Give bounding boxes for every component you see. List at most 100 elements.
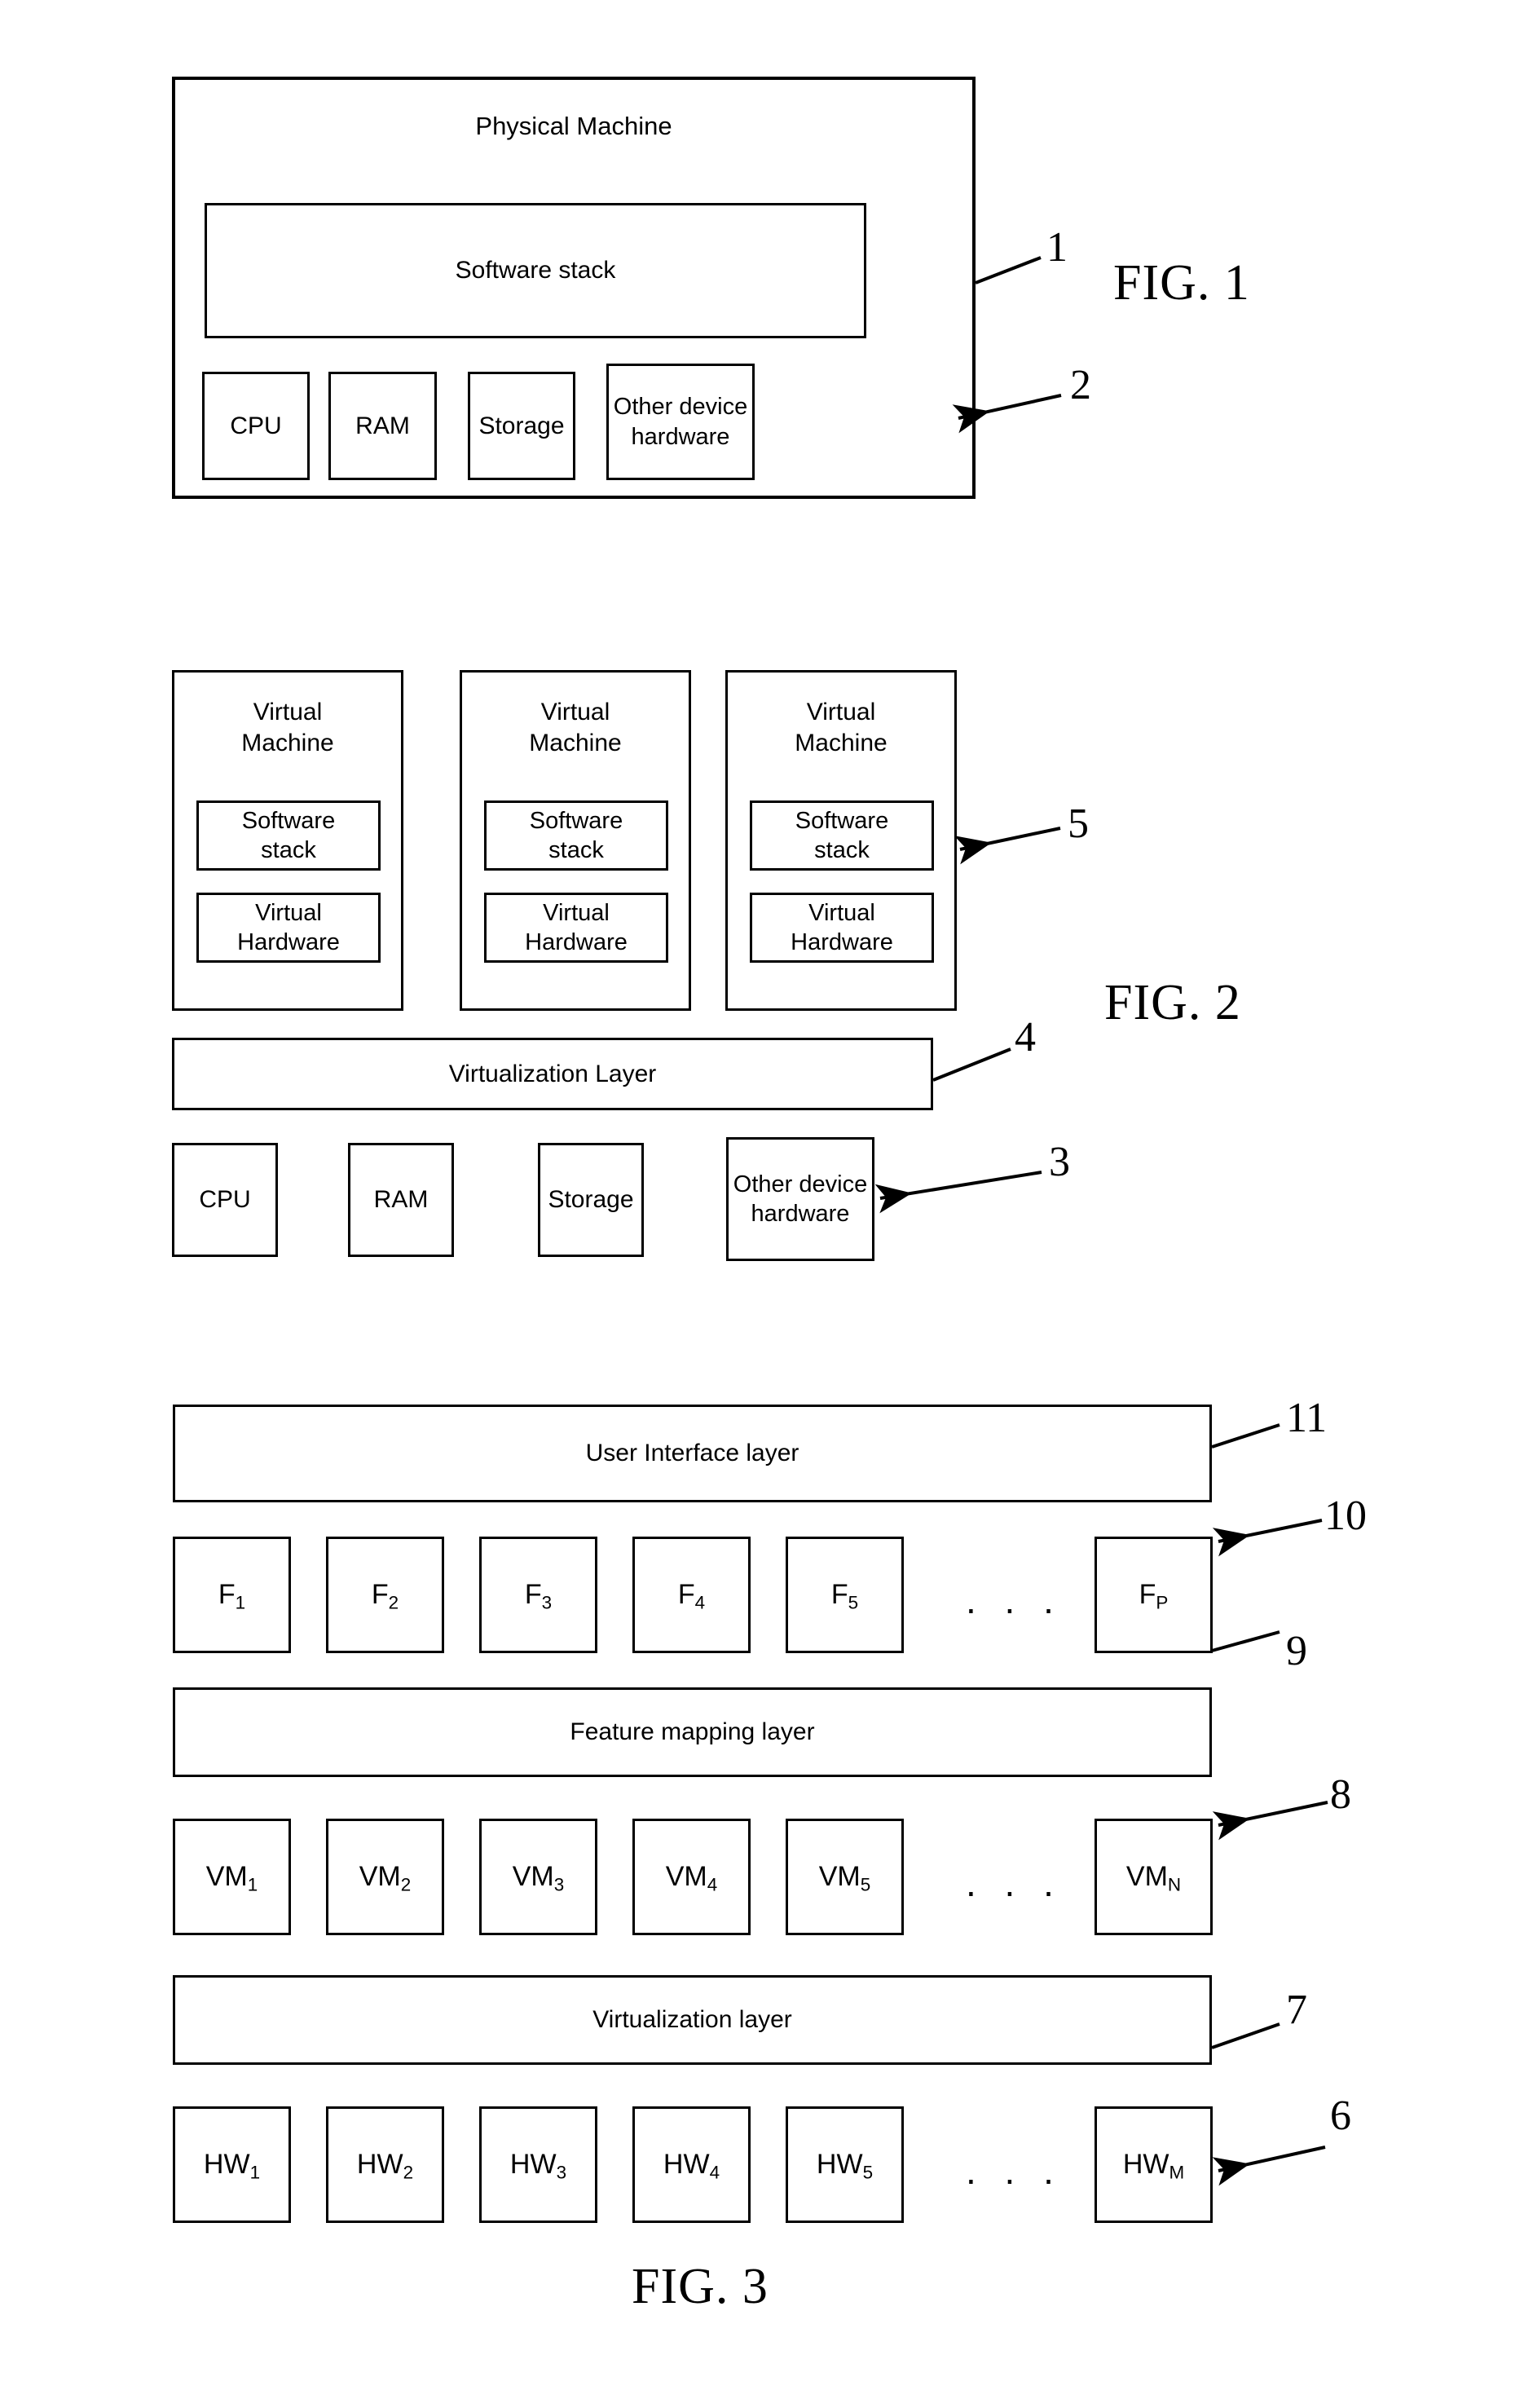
hw-box-3-label: HW3 — [509, 2149, 567, 2183]
figure-1-caption: FIG. 1 — [1113, 255, 1250, 311]
ref-numeral-11: 11 — [1286, 1395, 1328, 1441]
leader-line-7 — [1211, 2022, 1280, 2049]
feature-box-4: F4 — [632, 1537, 751, 1653]
hw-box-1-label: HW1 — [203, 2149, 261, 2183]
hw-box-m: HWM — [1095, 2106, 1213, 2223]
storage-box: Storage — [468, 372, 575, 480]
physical-machine-container: Physical Machine Software stack CPU RAM … — [172, 77, 976, 499]
virtual-machine-title-3: Virtual Machine — [795, 699, 888, 756]
cpu-label: CPU — [230, 412, 282, 439]
ref-numeral-3: 3 — [1049, 1139, 1070, 1185]
feature-box-1-label: F1 — [218, 1579, 246, 1613]
vm3-virtual-hardware-label: Virtual Hardware — [791, 899, 893, 955]
user-interface-layer-label: User Interface layer — [585, 1440, 799, 1467]
vm-box-2: VM2 — [326, 1819, 444, 1935]
ram-label: RAM — [355, 412, 410, 439]
virtual-machine-title-1: Virtual Machine — [241, 699, 334, 756]
vm1-software-stack-label: Software stack — [241, 807, 336, 863]
ref-numeral-10: 10 — [1324, 1493, 1367, 1539]
vm-box-2-label: VM2 — [359, 1861, 412, 1895]
physical-machine-title: Physical Machine — [475, 112, 672, 140]
vm3-software-stack-label: Software stack — [795, 807, 889, 863]
hw-box-m-label: HWM — [1122, 2149, 1185, 2183]
feature-box-3: F3 — [479, 1537, 597, 1653]
figure-3-caption: FIG. 3 — [632, 2259, 769, 2314]
vm1-virtual-hardware-box: Virtual Hardware — [196, 893, 381, 963]
feature-box-2-label: F2 — [371, 1579, 399, 1613]
virtual-machine-box-1: Virtual Machine Software stack Virtual H… — [172, 670, 403, 1011]
ref-numeral-1: 1 — [1046, 224, 1068, 271]
fig2-cpu-label: CPU — [199, 1186, 251, 1214]
vm2-software-stack-label: Software stack — [529, 807, 623, 863]
ref-numeral-8: 8 — [1330, 1771, 1351, 1818]
leader-arrow-10 — [1212, 1519, 1323, 1557]
vm-box-n: VMN — [1095, 1819, 1213, 1935]
feature-box-1: F1 — [173, 1537, 291, 1653]
feature-box-p-label: FP — [1139, 1579, 1169, 1613]
hw-box-3: HW3 — [479, 2106, 597, 2223]
ref-numeral-6: 6 — [1330, 2093, 1351, 2139]
vm-box-4-label: VM4 — [665, 1861, 718, 1895]
hw-box-2-label: HW2 — [356, 2149, 414, 2183]
fig2-other-device-hardware-box: Other device hardware — [726, 1137, 874, 1261]
fig2-ram-label: RAM — [373, 1186, 429, 1214]
virtualization-layer-label: Virtualization layer — [592, 2006, 792, 2034]
ref-numeral-4: 4 — [1015, 1014, 1036, 1061]
vm-box-4: VM4 — [632, 1819, 751, 1935]
ref-numeral-5: 5 — [1068, 800, 1089, 847]
vm1-virtual-hardware-label: Virtual Hardware — [237, 899, 340, 955]
vm-box-n-label: VMN — [1125, 1861, 1182, 1895]
leader-arrow-8 — [1212, 1801, 1328, 1841]
hw-box-2: HW2 — [326, 2106, 444, 2223]
ref-numeral-2: 2 — [1070, 362, 1091, 408]
software-stack-label: Software stack — [455, 257, 616, 284]
vm-box-5: VM5 — [786, 1819, 904, 1935]
leader-line-11 — [1211, 1423, 1280, 1449]
virtualization-layer-bar: Virtualization layer — [173, 1975, 1212, 2065]
hw-box-1: HW1 — [173, 2106, 291, 2223]
vm3-virtual-hardware-box: Virtual Hardware — [750, 893, 934, 963]
patent-figure-sheet: Physical Machine Software stack CPU RAM … — [0, 0, 1524, 2408]
vm-box-5-label: VM5 — [818, 1861, 871, 1895]
vm-box-3-label: VM3 — [512, 1861, 565, 1895]
ref-numeral-9: 9 — [1286, 1628, 1307, 1674]
feature-box-5-label: F5 — [830, 1579, 859, 1613]
fig2-virtualization-layer-label: Virtualization Layer — [448, 1060, 657, 1087]
leader-line-4 — [932, 1047, 1011, 1082]
vm3-software-stack-box: Software stack — [750, 800, 934, 871]
figure-2-caption: FIG. 2 — [1104, 975, 1241, 1030]
leader-arrow-5 — [954, 827, 1061, 865]
feature-row-ellipsis: . . . — [966, 1579, 1063, 1621]
fig2-other-device-hardware-label: Other device hardware — [733, 1171, 868, 1227]
feature-box-p: FP — [1095, 1537, 1213, 1653]
software-stack-box: Software stack — [205, 203, 866, 338]
vm-row-ellipsis: . . . — [966, 1862, 1063, 1904]
hw-box-4: HW4 — [632, 2106, 751, 2223]
leader-line-9 — [1211, 1630, 1280, 1652]
vm2-virtual-hardware-box: Virtual Hardware — [484, 893, 668, 963]
feature-box-2: F2 — [326, 1537, 444, 1653]
fig2-storage-label: Storage — [548, 1186, 634, 1214]
hw-box-5-label: HW5 — [816, 2149, 874, 2183]
ram-box: RAM — [328, 372, 437, 480]
user-interface-layer-bar: User Interface layer — [173, 1405, 1212, 1502]
fig2-storage-box: Storage — [538, 1143, 644, 1257]
other-device-hardware-label: Other device hardware — [613, 394, 748, 450]
hw-box-5: HW5 — [786, 2106, 904, 2223]
feature-box-4-label: F4 — [677, 1579, 706, 1613]
vm1-software-stack-box: Software stack — [196, 800, 381, 871]
other-device-hardware-box: Other device hardware — [606, 364, 755, 480]
cpu-box: CPU — [202, 372, 310, 480]
fig2-virtualization-layer-bar: Virtualization Layer — [172, 1038, 933, 1110]
fig2-ram-box: RAM — [348, 1143, 454, 1257]
storage-label: Storage — [478, 412, 565, 439]
vm-box-1: VM1 — [173, 1819, 291, 1935]
vm-box-1-label: VM1 — [205, 1861, 258, 1895]
feature-box-3-label: F3 — [524, 1579, 553, 1613]
vm2-software-stack-box: Software stack — [484, 800, 668, 871]
leader-arrow-3 — [874, 1171, 1042, 1214]
feature-mapping-layer-label: Feature mapping layer — [570, 1718, 815, 1746]
feature-mapping-layer-bar: Feature mapping layer — [173, 1687, 1212, 1777]
leader-line-1 — [975, 256, 1042, 284]
leader-arrow-6 — [1212, 2146, 1326, 2186]
